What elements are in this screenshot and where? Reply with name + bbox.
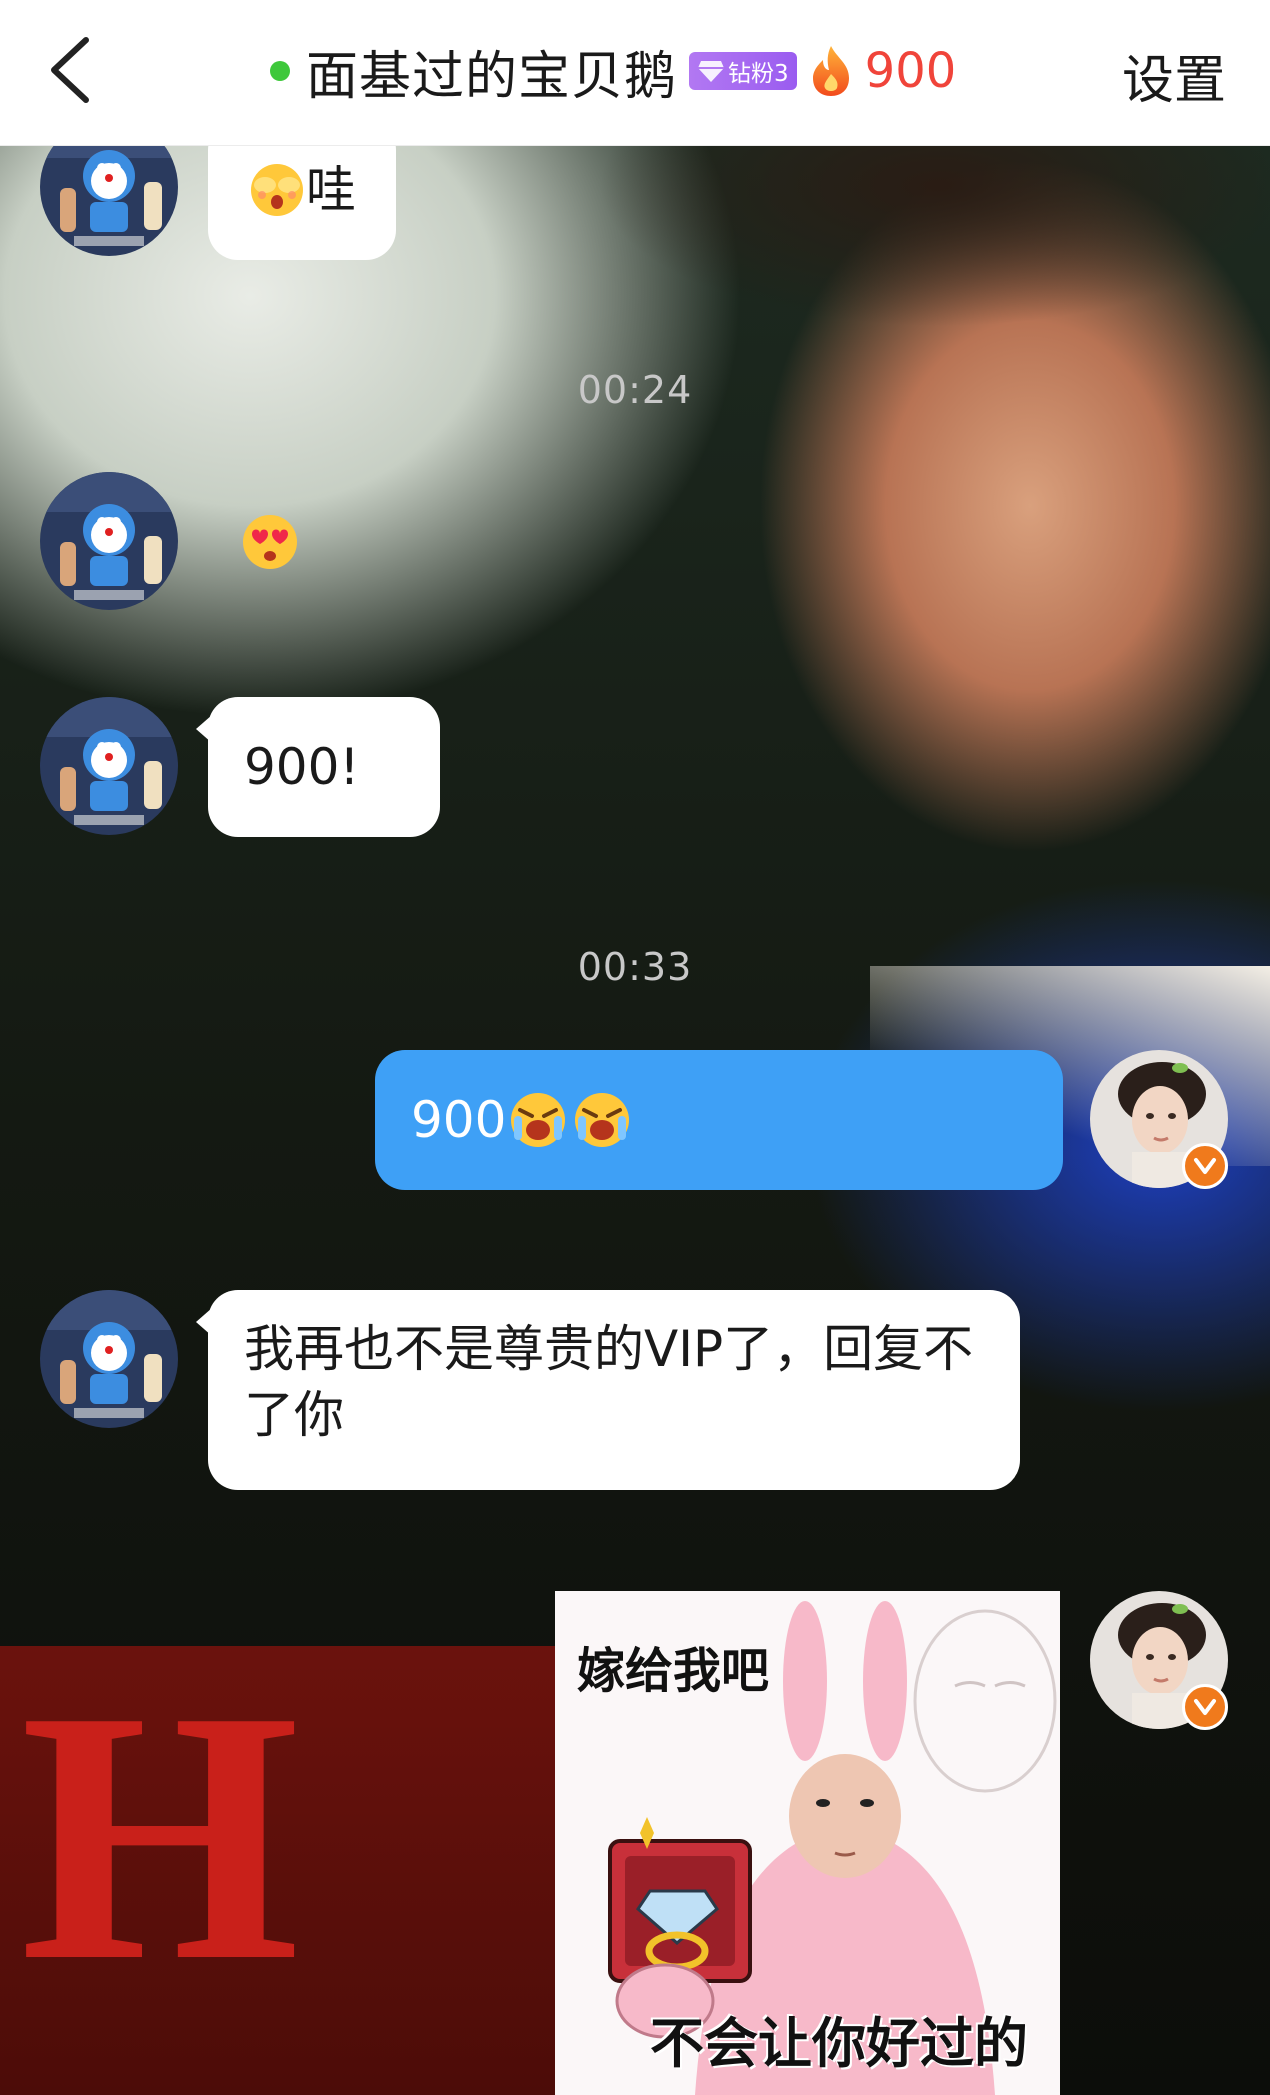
fire-icon	[812, 46, 849, 96]
settings-button[interactable]: 设置	[1122, 38, 1226, 113]
chat-title-group: 面基过的宝贝鹅 钻粉3 900	[270, 36, 957, 107]
message-bubble-self[interactable]: 900	[375, 1050, 1063, 1190]
sticker-message[interactable]: 嫁给我吧 不会让你好过的	[555, 1591, 1060, 2095]
sticker-bottom-text: 不会让你好过的	[650, 2012, 1028, 2075]
heart-eyes-emoji-icon	[243, 515, 297, 569]
back-button[interactable]	[38, 30, 108, 110]
cartoon-avatar-icon	[40, 1290, 178, 1428]
cartoon-avatar-icon	[40, 697, 178, 835]
v-check-icon	[1194, 1158, 1216, 1174]
message-text: 900!	[244, 738, 360, 796]
bubble-tail	[196, 1308, 212, 1336]
message-text: 900	[411, 1091, 507, 1149]
chat-title: 面基过的宝贝鹅	[306, 46, 678, 107]
other-user-avatar[interactable]	[40, 1290, 178, 1428]
v-check-icon	[1194, 1699, 1216, 1715]
cartoon-avatar-icon	[40, 472, 178, 610]
message-text: 我再也不是尊贵的VIP了，回复不了你	[244, 1320, 974, 1444]
background-letter-graphic: H	[20, 1636, 301, 2035]
message-timestamp: 00:24	[577, 368, 693, 412]
fan-level-badge[interactable]: 钻粉3	[689, 52, 797, 90]
shy-face-emoji-icon	[251, 164, 303, 216]
diamond-icon	[698, 61, 725, 82]
verified-badge	[1182, 1143, 1228, 1189]
sticker-top-text: 嫁给我吧	[577, 1643, 770, 1699]
crying-face-emoji-icon	[511, 1093, 566, 1147]
chat-header: 面基过的宝贝鹅 钻粉3 900 设置	[0, 0, 1270, 146]
verified-badge	[1182, 1684, 1228, 1730]
message-bubble-other[interactable]: 900!	[196, 697, 440, 837]
online-status-dot	[270, 61, 290, 81]
message-text: 哇	[306, 161, 356, 219]
fire-streak-count: 900	[864, 43, 957, 99]
other-user-avatar[interactable]	[40, 472, 178, 610]
other-user-avatar[interactable]	[40, 697, 178, 835]
background-hair-shape	[580, 146, 1270, 376]
message-bubble-other[interactable]: 我再也不是尊贵的VIP了，回复不了你	[196, 1290, 1020, 1490]
chevron-left-icon	[51, 37, 89, 103]
emoji-message[interactable]	[240, 512, 300, 576]
fan-badge-label: 钻粉3	[728, 61, 789, 87]
message-timestamp: 00:33	[577, 945, 693, 989]
crying-face-emoji-icon	[575, 1093, 630, 1147]
bubble-tail	[196, 715, 212, 743]
